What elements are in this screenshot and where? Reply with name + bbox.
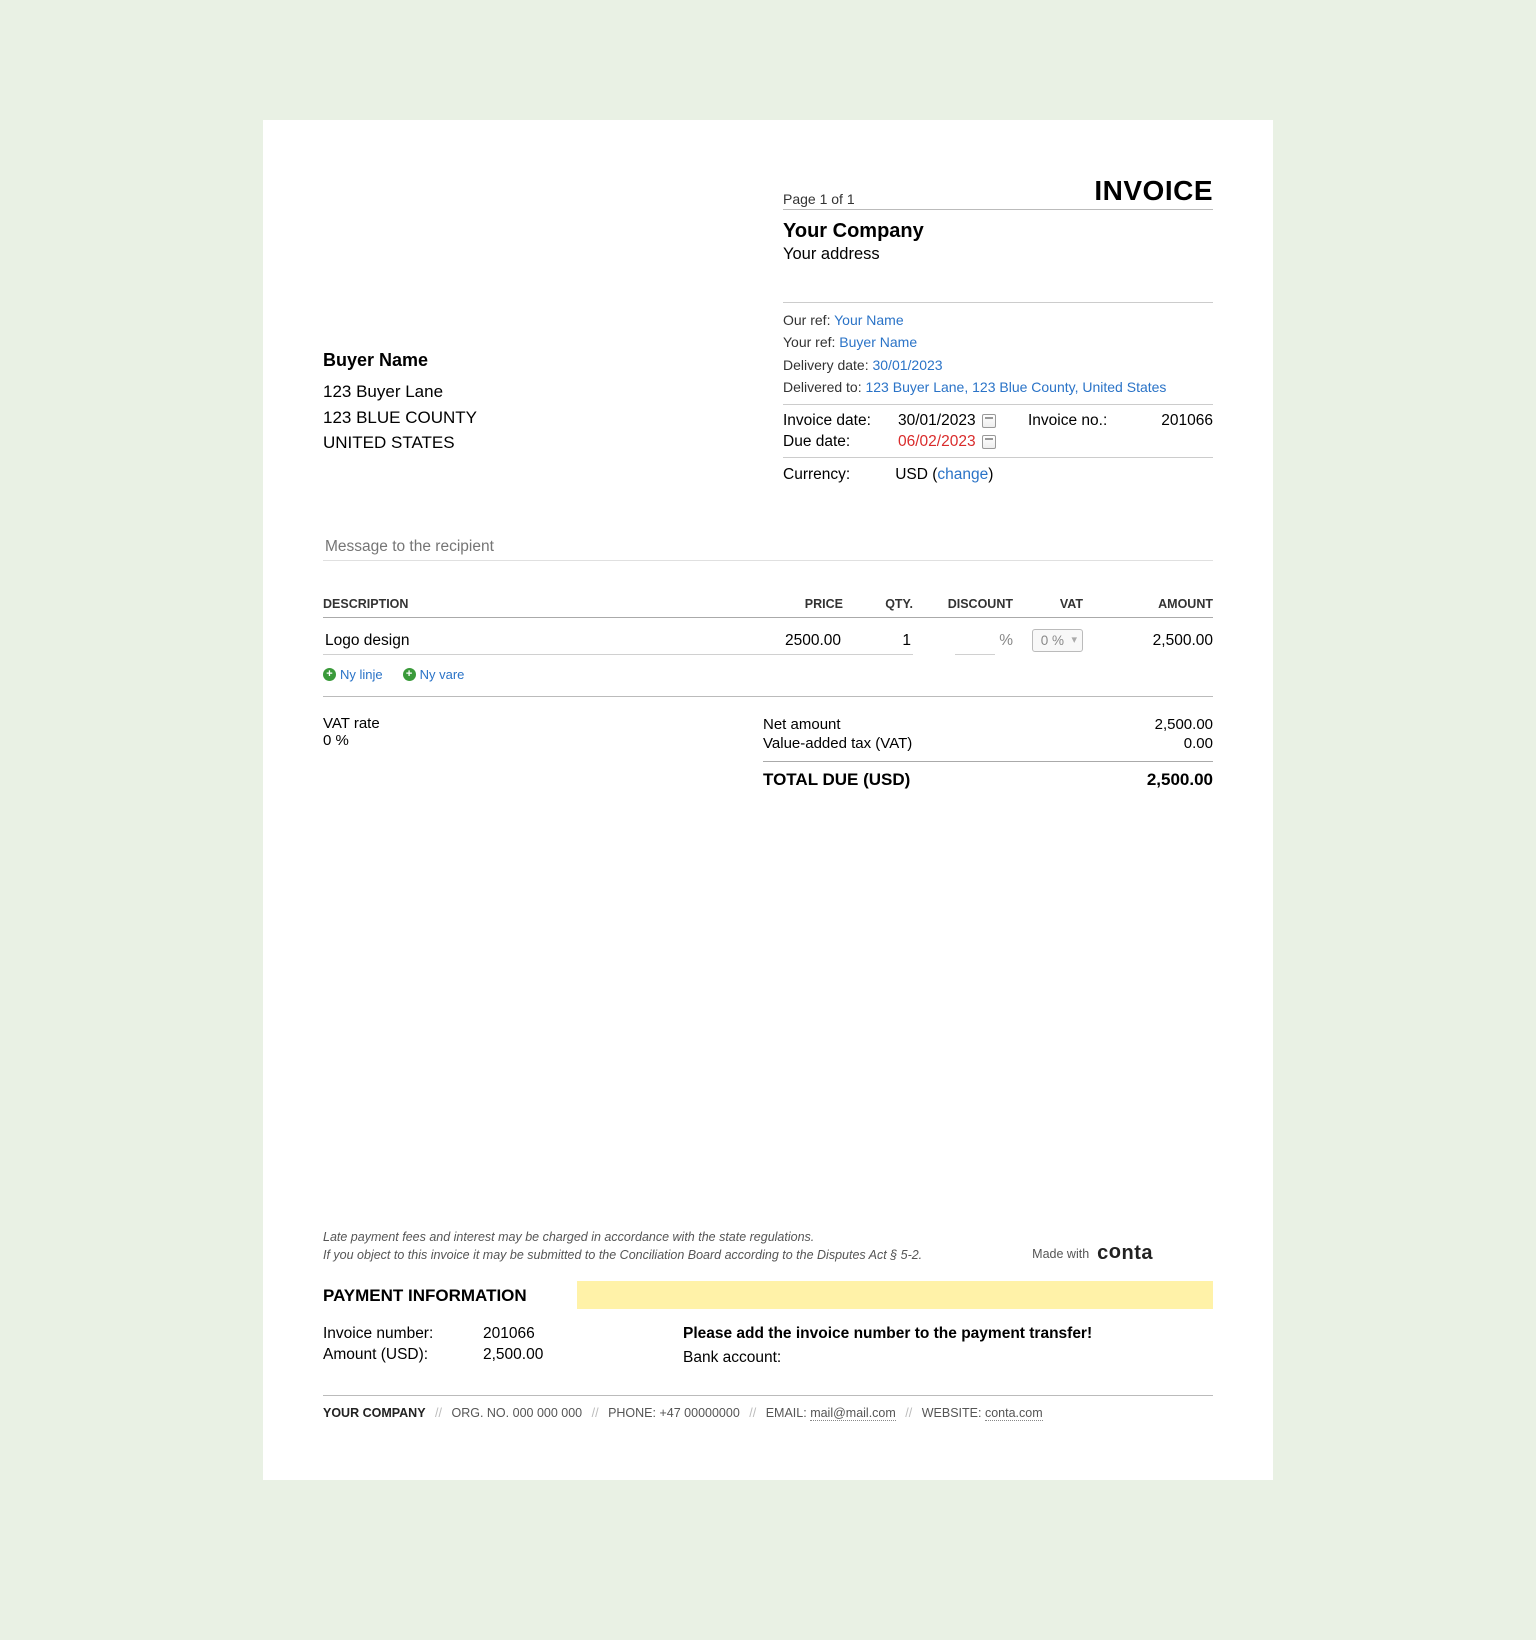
currency-change-link[interactable]: change xyxy=(937,466,988,483)
conta-logo: conta xyxy=(1097,1242,1153,1265)
payment-highlight-strip xyxy=(577,1281,1213,1309)
vat-amount-label: Value-added tax (VAT) xyxy=(763,735,912,752)
add-item-button[interactable]: + Ny vare xyxy=(403,667,465,682)
footer-org: 000 000 000 xyxy=(513,1406,583,1420)
vat-amount-value: 0.00 xyxy=(1184,735,1213,752)
discount-percent-suffix: % xyxy=(999,632,1013,650)
made-with-label: Made with xyxy=(1032,1247,1089,1261)
delivery-date-label: Delivery date: xyxy=(783,357,869,373)
col-description: DESCRIPTION xyxy=(323,597,723,611)
invoice-meta: Invoice date: 30/01/2023 Invoice no.: 20… xyxy=(783,404,1213,451)
invoice-no-label: Invoice no.: xyxy=(1028,412,1143,430)
company-address: Your address xyxy=(783,245,1213,264)
payment-invoice-no-label: Invoice number: xyxy=(323,1325,483,1343)
line-price-input[interactable] xyxy=(723,628,843,655)
header-block: Page 1 of 1 INVOICE Your Company Your ad… xyxy=(783,175,1213,484)
payment-amount-label: Amount (USD): xyxy=(323,1346,483,1364)
footer-email-link[interactable]: mail@mail.com xyxy=(810,1406,896,1421)
footer-website-label: WEBSITE: xyxy=(922,1406,982,1420)
our-ref-label: Our ref: xyxy=(783,312,830,328)
total-due-label: TOTAL DUE (USD) xyxy=(763,770,910,790)
buyer-address: 123 Buyer Lane 123 BLUE COUNTY UNITED ST… xyxy=(323,379,753,456)
buyer-line1: 123 Buyer Lane xyxy=(323,379,753,405)
buyer-name: Buyer Name xyxy=(323,350,753,371)
items-header: DESCRIPTION PRICE QTY. DISCOUNT VAT AMOU… xyxy=(323,597,1213,618)
totals-block: VAT rate 0 % Net amount 2,500.00 Value-a… xyxy=(323,715,1213,791)
col-price: PRICE xyxy=(723,597,843,611)
payment-notice: Please add the invoice number to the pay… xyxy=(683,1325,1092,1343)
net-amount-value: 2,500.00 xyxy=(1155,716,1213,733)
upper-section: Buyer Name 123 Buyer Lane 123 BLUE COUNT… xyxy=(323,175,1213,484)
payment-amount-value: 2,500.00 xyxy=(483,1346,543,1364)
delivered-to-link[interactable]: 123 Buyer Lane, 123 Blue County, United … xyxy=(865,379,1166,395)
col-discount: DISCOUNT xyxy=(913,597,1013,611)
line-description-input[interactable] xyxy=(323,628,723,655)
col-amount: AMOUNT xyxy=(1083,597,1213,611)
line-vat-select[interactable]: 0 % xyxy=(1032,629,1083,652)
buyer-line3: UNITED STATES xyxy=(323,430,753,456)
delivery-date-link[interactable]: 30/01/2023 xyxy=(872,357,942,373)
buyer-block: Buyer Name 123 Buyer Lane 123 BLUE COUNT… xyxy=(323,175,753,484)
currency-row: Currency: USD (change) xyxy=(783,457,1213,484)
col-qty: QTY. xyxy=(843,597,913,611)
line-discount-input[interactable] xyxy=(955,628,995,655)
currency-label: Currency: xyxy=(783,466,850,484)
invoice-no-value: 201066 xyxy=(1143,412,1213,430)
invoice-date-value[interactable]: 30/01/2023 xyxy=(898,412,976,430)
footer-phone: +47 00000000 xyxy=(659,1406,739,1420)
reference-block: Our ref: Your Name Your ref: Buyer Name … xyxy=(783,302,1213,399)
due-date-value[interactable]: 06/02/2023 xyxy=(898,433,976,451)
calendar-icon[interactable] xyxy=(982,414,996,428)
line-qty-input[interactable] xyxy=(843,628,913,655)
buyer-line2: 123 BLUE COUNTY xyxy=(323,405,753,431)
calendar-icon[interactable] xyxy=(982,435,996,449)
bank-account-label: Bank account: xyxy=(683,1349,1092,1367)
your-ref-label: Your ref: xyxy=(783,334,835,350)
footer-email-label: EMAIL: xyxy=(766,1406,807,1420)
total-due-value: 2,500.00 xyxy=(1147,770,1213,790)
your-ref-link[interactable]: Buyer Name xyxy=(839,334,917,350)
footer-org-label: ORG. NO. xyxy=(451,1406,509,1420)
document-title: INVOICE xyxy=(1094,175,1213,207)
currency-value: USD xyxy=(895,466,928,483)
add-links-row: + Ny linje + Ny vare xyxy=(323,665,1213,697)
page-invoice-row: Page 1 of 1 INVOICE xyxy=(783,175,1213,210)
payment-invoice-no-value: 201066 xyxy=(483,1325,535,1343)
net-amount-label: Net amount xyxy=(763,716,841,733)
invoice-date-label: Invoice date: xyxy=(783,412,898,430)
footer-website-link[interactable]: conta.com xyxy=(985,1406,1043,1421)
line-item-row: % 0 % 2,500.00 xyxy=(323,618,1213,665)
vat-rate-label: VAT rate xyxy=(323,715,763,732)
add-line-button[interactable]: + Ny linje xyxy=(323,667,383,682)
col-vat: VAT xyxy=(1013,597,1083,611)
plus-icon: + xyxy=(323,668,336,681)
our-ref-link[interactable]: Your Name xyxy=(834,312,904,328)
vat-rate-value: 0 % xyxy=(323,732,763,749)
company-name: Your Company xyxy=(783,220,1213,243)
page-label: Page 1 of 1 xyxy=(783,191,855,207)
message-input[interactable] xyxy=(323,534,1213,561)
payment-info: Invoice number: 201066 Amount (USD): 2,5… xyxy=(323,1325,1213,1367)
delivered-to-label: Delivered to: xyxy=(783,379,862,395)
line-amount: 2,500.00 xyxy=(1083,632,1213,650)
add-item-label: Ny vare xyxy=(420,667,465,682)
invoice-sheet: Buyer Name 123 Buyer Lane 123 BLUE COUNT… xyxy=(263,120,1273,1480)
footer-phone-label: PHONE: xyxy=(608,1406,656,1420)
plus-icon: + xyxy=(403,668,416,681)
footer-company: YOUR COMPANY xyxy=(323,1406,426,1420)
payment-heading-row: PAYMENT INFORMATION xyxy=(323,1281,1213,1311)
due-date-label: Due date: xyxy=(783,433,898,451)
footer: YOUR COMPANY // ORG. NO. 000 000 000 // … xyxy=(323,1395,1213,1420)
payment-heading: PAYMENT INFORMATION xyxy=(323,1281,527,1311)
add-line-label: Ny linje xyxy=(340,667,383,682)
